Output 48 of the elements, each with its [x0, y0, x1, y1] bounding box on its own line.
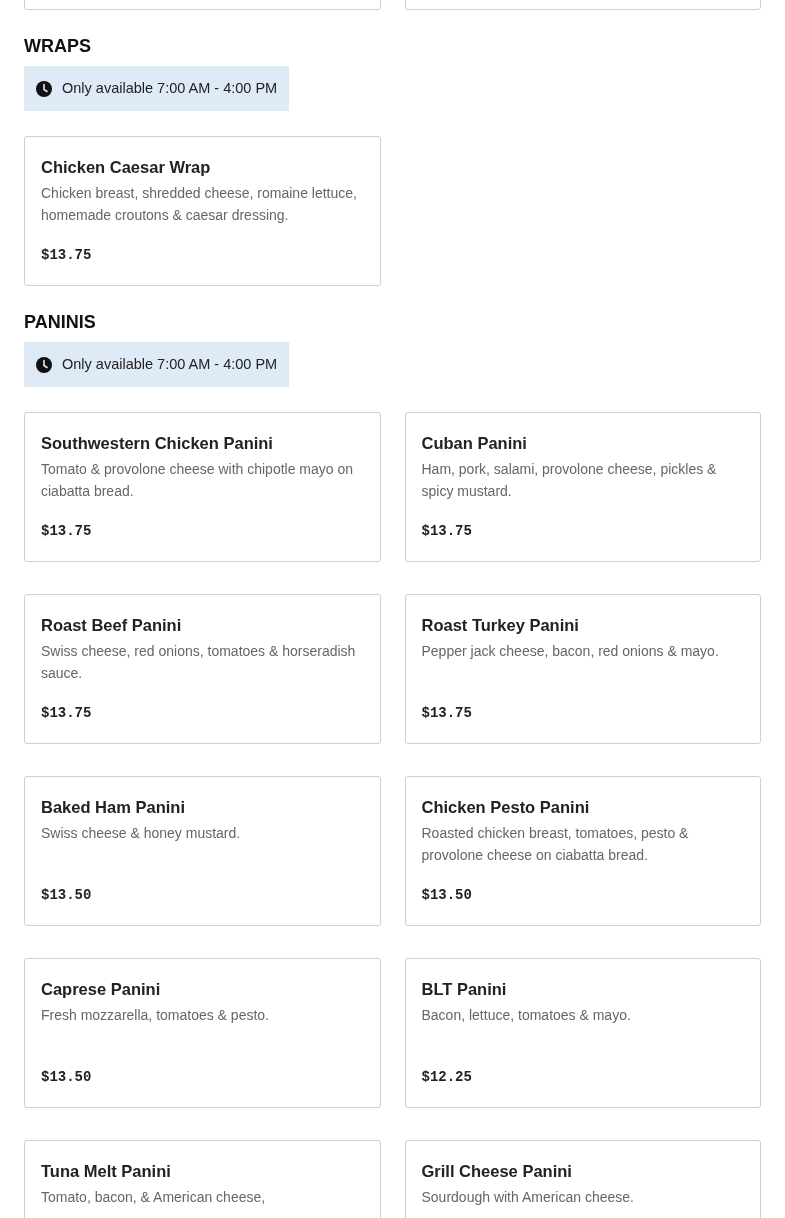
menu-item-card[interactable]: Chicken Caesar Wrap Chicken breast, shredded cheese, romaine lettuce, homemade croutons & caesar dressing. $13.75 — [24, 136, 381, 286]
menu-item-card[interactable]: Cuban Panini Ham, pork, salami, provolone cheese, pickles & spicy mustard. $13.75 — [404, 412, 761, 562]
item-price: $13.75 — [41, 246, 93, 265]
item-description: Tomato, bacon, & American cheese, — [41, 1188, 267, 1207]
item-price: $13.50 — [41, 1068, 93, 1087]
item-description: Swiss cheese, red onions, tomatoes & horseradish sauce. — [41, 642, 357, 683]
item-name: Chicken Pesto Panini — [421, 797, 591, 818]
item-description: Ham, pork, salami, provolone cheese, pickles & spicy mustard. — [421, 460, 718, 501]
clock-icon — [36, 356, 52, 373]
item-description: Tomato & provolone cheese with chipotle mayo on ciabatta bread. — [41, 460, 355, 501]
menu-item-card[interactable]: Baked Ham Panini Swiss cheese & honey mustard. $13.50 — [24, 776, 381, 926]
section-heading: WRAPS — [24, 36, 92, 56]
item-name: Grill Cheese Panini — [421, 1161, 573, 1182]
item-name: Roast Beef Panini — [41, 615, 183, 636]
item-price: $13.50 — [421, 886, 473, 905]
item-description: Fresh mozzarella, tomatoes & pesto. — [41, 1006, 270, 1025]
item-name: Caprese Panini — [41, 979, 162, 1000]
item-price: $13.75 — [41, 522, 93, 541]
menu-item-card[interactable]: Southwestern Chicken Panini Tomato & provolone cheese with chipotle mayo on ciabatta bread. $13.75 — [24, 412, 381, 562]
menu-item-card[interactable]: Caprese Panini Fresh mozzarella, tomatoes & pesto. $13.50 — [24, 958, 381, 1108]
item-description: Pepper jack cheese, bacon, red onions & mayo. — [421, 642, 720, 661]
item-name: Roast Turkey Panini — [421, 615, 580, 636]
item-name: Tuna Melt Panini — [41, 1161, 172, 1182]
item-name: Southwestern Chicken Panini — [41, 433, 274, 454]
menu-item-card[interactable]: Chicken Pesto Panini Roasted chicken breast, tomatoes, pesto & provolone cheese on ciabatta bread. $13.50 — [404, 776, 761, 926]
item-name: BLT Panini — [421, 979, 508, 1000]
item-name: Baked Ham Panini — [41, 797, 186, 818]
item-description: Swiss cheese & honey mustard. — [41, 824, 242, 843]
menu-item-card[interactable]: BLT Panini Bacon, lettuce, tomatoes & mayo. $12.25 — [404, 958, 761, 1108]
section-heading: PANINIS — [24, 312, 97, 332]
item-name: Cuban Panini — [421, 433, 528, 454]
availability-text: Only available 7:00 AM - 4:00 PM — [62, 354, 278, 374]
availability-text: Only available 7:00 AM - 4:00 PM — [62, 78, 278, 98]
item-price: $13.75 — [41, 704, 93, 723]
item-description: Chicken breast, shredded cheese, romaine lettuce, homemade croutons & caesar dressing. — [41, 184, 358, 225]
menu-item-card[interactable]: Grill Cheese Panini Sourdough with American cheese. — [404, 1140, 761, 1218]
item-name: Chicken Caesar Wrap — [41, 157, 212, 178]
item-price: $13.75 — [421, 704, 473, 723]
menu-item-card[interactable]: Roast Beef Panini Swiss cheese, red onions, tomatoes & horseradish sauce. $13.75 — [24, 594, 381, 744]
item-description: Sourdough with American cheese. — [421, 1188, 635, 1207]
menu-item-card[interactable]: Tuna Melt Panini Tomato, bacon, & American cheese, — [24, 1140, 381, 1218]
menu-item-card[interactable]: Roast Turkey Panini Pepper jack cheese, bacon, red onions & mayo. $13.75 — [404, 594, 761, 744]
item-price: $13.75 — [421, 522, 473, 541]
clock-icon — [36, 80, 52, 97]
item-price: $12.25 — [421, 1068, 473, 1087]
item-description: Roasted chicken breast, tomatoes, pesto & provolone cheese on ciabatta bread. — [421, 824, 690, 865]
item-description: Bacon, lettuce, tomatoes & mayo. — [421, 1006, 632, 1025]
item-price: $13.50 — [41, 886, 93, 905]
